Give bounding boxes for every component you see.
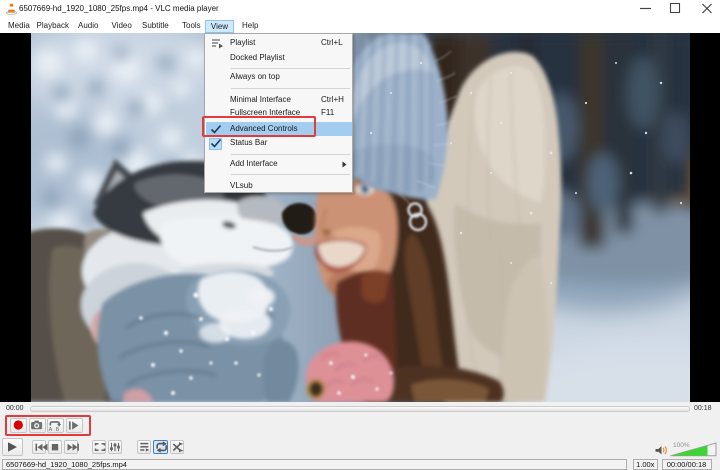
svg-text:B: B xyxy=(56,427,60,433)
svg-text:A: A xyxy=(49,427,53,433)
svg-text:100%: 100% xyxy=(673,442,690,449)
